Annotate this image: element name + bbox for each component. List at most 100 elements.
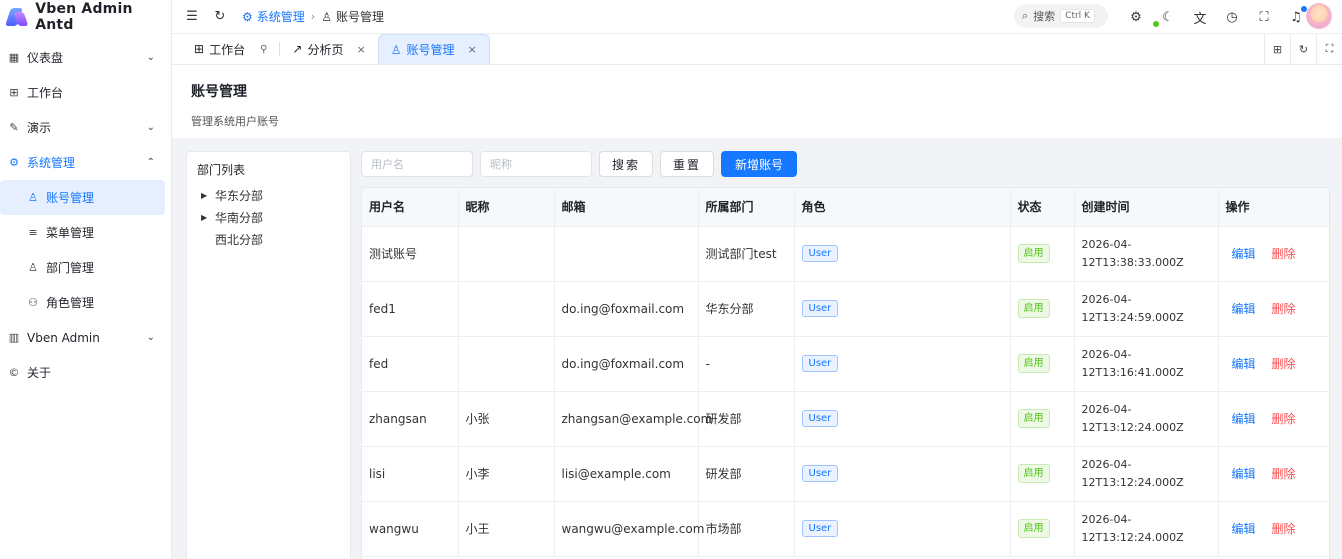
cell-actions: 编辑 删除 <box>1218 446 1329 502</box>
caret-right-icon[interactable]: ▶ <box>197 213 215 222</box>
app-title: Vben Admin Antd <box>35 1 133 33</box>
sidebar-item-about[interactable]: © 关于 <box>0 355 171 390</box>
reset-button[interactable]: 重置 <box>660 151 715 177</box>
cell-created: 2026-04- 12T13:12:24.000Z <box>1074 391 1219 447</box>
cell-created: 2026-04- 12T13:12:24.000Z <box>1074 501 1219 557</box>
search-button[interactable]: 搜索 <box>599 151 654 177</box>
cell-dept: 华东分部 <box>698 281 795 337</box>
cell-role: User <box>794 226 1011 282</box>
created-date: 2026-04- <box>1081 402 1132 416</box>
sidebar-item-demo[interactable]: ✎ 演示 ⌄ <box>0 110 171 145</box>
logo-icon <box>5 6 29 28</box>
translate-icon[interactable]: 文 <box>1186 3 1214 31</box>
page-description: 管理系统用户账号 <box>191 115 279 128</box>
sidebar-item-label: 仪表盘 <box>27 51 64 65</box>
column-header: 角色 <box>794 188 1011 227</box>
cell-username: 测试账号 <box>362 226 459 282</box>
cell-actions: 编辑 删除 <box>1218 281 1329 337</box>
breadcrumb-parent[interactable]: ⚙ 系统管理 <box>242 8 305 25</box>
online-status-dot <box>1152 20 1160 28</box>
sidebar-item-system[interactable]: ⚙ 系统管理 ⌃ <box>0 145 171 180</box>
cell-nickname: 小王 <box>458 501 555 557</box>
tab-menu-icon[interactable]: ⊞ <box>1264 34 1290 64</box>
demo-icon: ✎ <box>9 121 19 134</box>
created-time: 12T13:12:24.000Z <box>1081 475 1184 489</box>
delete-link[interactable]: 删除 <box>1272 302 1296 316</box>
delete-link[interactable]: 删除 <box>1272 412 1296 426</box>
edit-link[interactable]: 编辑 <box>1232 357 1256 371</box>
dept-node[interactable]: ▶ 华南分部 <box>197 206 340 228</box>
filter-toolbar: 用户名 昵称 搜索 重置 新增账号 <box>361 151 798 177</box>
close-icon[interactable]: × <box>467 43 476 56</box>
cell-nickname <box>458 281 555 337</box>
fullscreen-icon[interactable]: ⛶ <box>1250 3 1278 31</box>
delete-link[interactable]: 删除 <box>1272 522 1296 536</box>
cell-status: 启用 <box>1010 281 1075 337</box>
sidebar-item-workbench[interactable]: ⊞ 工作台 <box>0 75 171 110</box>
tab-account[interactable]: ♙ 账号管理 × <box>377 34 490 64</box>
preferences-icon[interactable]: ⚙ <box>1122 3 1150 31</box>
cell-status: 启用 <box>1010 446 1075 502</box>
edit-link[interactable]: 编辑 <box>1232 302 1256 316</box>
menu-toggle-icon[interactable]: ☰ <box>178 3 206 31</box>
sidebar-item-vben[interactable]: ▥ Vben Admin ⌄ <box>0 320 171 355</box>
sidebar-item-dashboard[interactable]: ▦ 仪表盘 ⌄ <box>0 40 171 75</box>
column-header: 创建时间 <box>1074 188 1219 227</box>
delete-link[interactable]: 删除 <box>1272 357 1296 371</box>
delete-link[interactable]: 删除 <box>1272 247 1296 261</box>
maximize-icon[interactable]: ⛶ <box>1316 34 1342 64</box>
cell-username: fed <box>362 336 459 392</box>
username-input[interactable]: 用户名 <box>361 151 473 177</box>
cell-status: 启用 <box>1010 336 1075 392</box>
dept-node[interactable]: 西北分部 <box>197 228 340 250</box>
sidebar-item-account[interactable]: ♙ 账号管理 <box>0 180 165 215</box>
tab-workbench[interactable]: ⊞ 工作台 ⚲ <box>182 34 279 64</box>
cell-username: lisi <box>362 446 459 502</box>
timezone-icon[interactable]: ◷ <box>1218 3 1246 31</box>
sidebar-item-label: 系统管理 <box>27 156 76 170</box>
cell-nickname: 小张 <box>458 391 555 447</box>
chart-icon: ↗ <box>292 42 303 56</box>
cell-created: 2026-04- 12T13:12:24.000Z <box>1074 446 1219 502</box>
close-icon[interactable]: × <box>356 43 365 56</box>
sidebar-item-label: 部门管理 <box>46 261 95 275</box>
tab-analytics[interactable]: ↗ 分析页 × <box>280 34 377 64</box>
cell-status: 启用 <box>1010 226 1075 282</box>
app-logo[interactable]: Vben Admin Antd <box>0 0 171 34</box>
created-date: 2026-04- <box>1081 292 1132 306</box>
cell-email: lisi@example.com <box>554 446 699 502</box>
caret-right-icon[interactable]: ▶ <box>197 191 215 200</box>
nickname-input[interactable]: 昵称 <box>480 151 592 177</box>
edit-link[interactable]: 编辑 <box>1232 467 1256 481</box>
column-header: 昵称 <box>458 188 555 227</box>
sidebar-item-dept[interactable]: ♙ 部门管理 <box>0 250 171 285</box>
dept-node[interactable]: ▶ 华东分部 <box>197 184 340 206</box>
edit-link[interactable]: 编辑 <box>1232 412 1256 426</box>
delete-link[interactable]: 删除 <box>1272 467 1296 481</box>
cell-dept: 研发部 <box>698 391 795 447</box>
dept-tree-title: 部门列表 <box>197 163 246 177</box>
tab-refresh-icon[interactable]: ↻ <box>1290 34 1316 64</box>
tab-tools: ⊞ ↻ ⛶ <box>1264 34 1342 64</box>
sidebar-item-role[interactable]: ⚇ 角色管理 <box>0 285 171 320</box>
cell-dept: 市场部 <box>698 501 795 557</box>
cell-nickname: 小李 <box>458 446 555 502</box>
cell-username: zhangsan <box>362 391 459 447</box>
sidebar-item-label: 账号管理 <box>46 191 95 205</box>
add-account-button[interactable]: 新增账号 <box>721 151 798 177</box>
sidebar-item-label: Vben Admin <box>27 330 100 345</box>
refresh-icon[interactable]: ↻ <box>206 3 234 31</box>
created-date: 2026-04- <box>1081 237 1132 251</box>
edit-link[interactable]: 编辑 <box>1232 522 1256 536</box>
global-search[interactable]: ⌕ 搜索 Ctrl K <box>1014 4 1108 28</box>
cell-role: User <box>794 446 1011 502</box>
role-tag: User <box>801 355 839 372</box>
pin-icon[interactable]: ⚲ <box>260 44 267 55</box>
created-time: 12T13:12:24.000Z <box>1081 530 1184 544</box>
column-header: 所属部门 <box>698 188 795 227</box>
avatar[interactable] <box>1306 3 1332 29</box>
edit-link[interactable]: 编辑 <box>1232 247 1256 261</box>
sidebar-item-menu[interactable]: ≡ 菜单管理 <box>0 215 171 250</box>
created-date: 2026-04- <box>1081 457 1132 471</box>
cell-status: 启用 <box>1010 391 1075 447</box>
